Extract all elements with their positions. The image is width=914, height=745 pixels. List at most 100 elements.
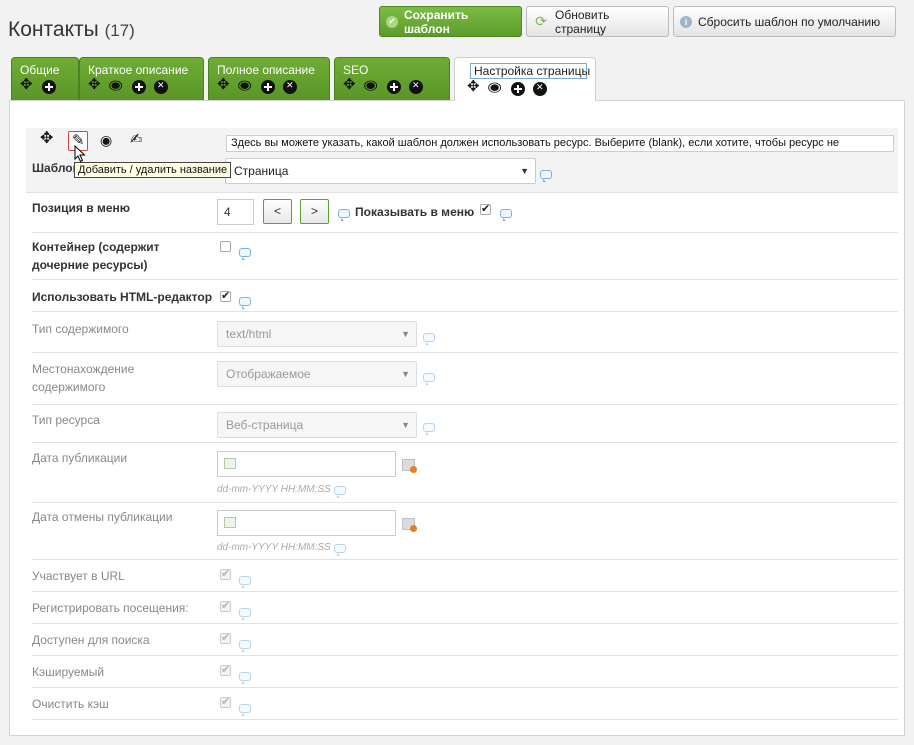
- cacheable-row: Кэшируемый: [32, 656, 898, 688]
- plus-icon[interactable]: [511, 82, 525, 96]
- help-icon[interactable]: [338, 209, 350, 221]
- save-template-button[interactable]: ✔ Сохранить шаблон: [379, 6, 522, 37]
- template-label: Шаблон: [32, 161, 80, 175]
- date-picker-icon[interactable]: [402, 459, 417, 473]
- description-input[interactable]: Здесь вы можете указать, какой шаблон до…: [226, 135, 894, 152]
- content-type-select[interactable]: text/html ▼: [217, 321, 417, 347]
- content-disposition-row: Местонахождение содержимого Отображаемое…: [32, 353, 898, 405]
- container-row: Контейнер (содержит дочерние ресурсы): [32, 233, 898, 280]
- richtext-label: Использовать HTML-редактор: [32, 290, 213, 304]
- tab-full-description[interactable]: Полное описание: [208, 57, 330, 100]
- help-icon[interactable]: [239, 297, 251, 309]
- chevron-down-icon: ▼: [520, 166, 529, 176]
- eye-icon[interactable]: [239, 80, 253, 94]
- calendar-icon: [224, 458, 236, 469]
- eye-icon[interactable]: [489, 82, 503, 96]
- eye-icon[interactable]: ◉: [98, 131, 118, 151]
- save-template-label: Сохранить шаблон: [404, 7, 469, 36]
- searchable-checkbox[interactable]: [220, 631, 231, 644]
- resource-type-row: Тип ресурса Веб-страница ▼: [32, 405, 898, 443]
- tab-page-settings[interactable]: Настройка страницы: [454, 57, 596, 101]
- clear-cache-row: Очистить кэш: [32, 688, 898, 720]
- reset-template-label: Сбросить шаблон по умолчанию: [698, 14, 881, 29]
- tab-general[interactable]: Общие: [11, 57, 79, 100]
- resource-type-label: Тип ресурса: [32, 413, 100, 427]
- content-disposition-select[interactable]: Отображаемое ▼: [217, 361, 417, 387]
- refresh-icon: ⟳: [535, 13, 547, 29]
- url-participation-label: Участвует в URL: [32, 569, 125, 583]
- plus-icon[interactable]: [261, 80, 275, 94]
- help-icon[interactable]: [423, 423, 435, 435]
- help-icon[interactable]: [334, 486, 346, 498]
- help-icon[interactable]: [540, 170, 552, 182]
- resource-type-select[interactable]: Веб-страница ▼: [217, 412, 417, 438]
- unpublish-date-label: Дата отмены публикации: [32, 510, 173, 524]
- plus-icon[interactable]: [132, 80, 146, 94]
- menu-index-input[interactable]: 4: [217, 199, 254, 225]
- help-icon[interactable]: [500, 209, 512, 221]
- page-title: Контакты (17): [8, 18, 135, 42]
- menu-index-increment-button[interactable]: >: [300, 199, 329, 224]
- template-row: ✥ ✎ ◉ ✍ Здесь вы можете указать, какой ш…: [26, 128, 898, 193]
- help-icon[interactable]: [239, 640, 251, 652]
- help-icon[interactable]: [239, 608, 251, 620]
- help-icon[interactable]: [239, 576, 251, 588]
- check-icon: ✔: [386, 15, 398, 28]
- richtext-checkbox[interactable]: [220, 289, 231, 302]
- tooltip: Добавить / удалить название: [74, 162, 232, 178]
- content-type-value: text/html: [226, 327, 272, 341]
- publish-date-hint: dd-mm-YYYY HH:MM:SS: [217, 484, 331, 495]
- edit-icon[interactable]: ✍: [128, 131, 148, 151]
- calendar-icon: [224, 517, 236, 528]
- content-type-label: Тип содержимого: [32, 322, 129, 336]
- info-icon: i: [680, 15, 692, 28]
- move-icon[interactable]: [88, 77, 102, 94]
- show-in-menu-label: Показывать в меню: [355, 205, 475, 219]
- container-checkbox[interactable]: [220, 241, 231, 252]
- url-participation-checkbox[interactable]: [220, 567, 231, 580]
- tab-label-editing[interactable]: Настройка страницы: [470, 63, 590, 79]
- plus-icon[interactable]: [387, 80, 401, 94]
- remove-icon[interactable]: [409, 80, 423, 94]
- clear-cache-checkbox[interactable]: [220, 695, 231, 708]
- tab-short-description[interactable]: Краткое описание: [79, 57, 204, 100]
- menu-position-label: Позиция в меню: [32, 201, 130, 215]
- show-in-menu-checkbox[interactable]: [480, 202, 491, 215]
- tab-label: Полное описание: [217, 63, 315, 77]
- reset-template-button[interactable]: i Сбросить шаблон по умолчанию: [673, 6, 896, 37]
- template-select-value: Страница: [234, 164, 289, 178]
- hit-count-checkbox[interactable]: [220, 599, 231, 612]
- move-icon[interactable]: [217, 77, 231, 94]
- help-icon[interactable]: [239, 704, 251, 716]
- move-icon[interactable]: [343, 77, 357, 94]
- eye-icon[interactable]: [110, 80, 124, 94]
- chevron-down-icon: ▼: [401, 420, 410, 430]
- date-picker-icon[interactable]: [402, 518, 417, 532]
- page-title-text: Контакты: [8, 18, 99, 41]
- tab-seo[interactable]: SEO: [334, 57, 450, 100]
- content-disposition-label: Местонахождение содержимого: [32, 362, 135, 394]
- cacheable-checkbox[interactable]: [220, 663, 231, 676]
- plus-icon[interactable]: [42, 80, 56, 94]
- searchable-row: Доступен для поиска: [32, 624, 898, 656]
- chevron-down-icon: ▼: [401, 369, 410, 379]
- content-type-row: Тип содержимого text/html ▼: [32, 312, 898, 353]
- eye-icon[interactable]: [365, 80, 379, 94]
- richtext-row: Использовать HTML-редактор: [32, 280, 898, 312]
- publish-date-input[interactable]: [217, 451, 396, 477]
- help-icon[interactable]: [423, 333, 435, 345]
- template-select[interactable]: Страница ▼: [225, 158, 536, 184]
- remove-icon[interactable]: [533, 82, 547, 96]
- unpublish-date-input[interactable]: [217, 510, 396, 536]
- remove-icon[interactable]: [283, 80, 297, 94]
- remove-icon[interactable]: [154, 80, 168, 94]
- help-icon[interactable]: [334, 544, 346, 556]
- move-icon[interactable]: ✥: [38, 131, 58, 151]
- help-icon[interactable]: [239, 672, 251, 684]
- refresh-page-button[interactable]: ⟳ Обновить страницу: [526, 6, 669, 37]
- help-icon[interactable]: [423, 373, 435, 385]
- move-icon[interactable]: [467, 79, 481, 96]
- move-icon[interactable]: [20, 77, 34, 94]
- menu-index-decrement-button[interactable]: <: [263, 199, 292, 224]
- help-icon[interactable]: [239, 248, 251, 260]
